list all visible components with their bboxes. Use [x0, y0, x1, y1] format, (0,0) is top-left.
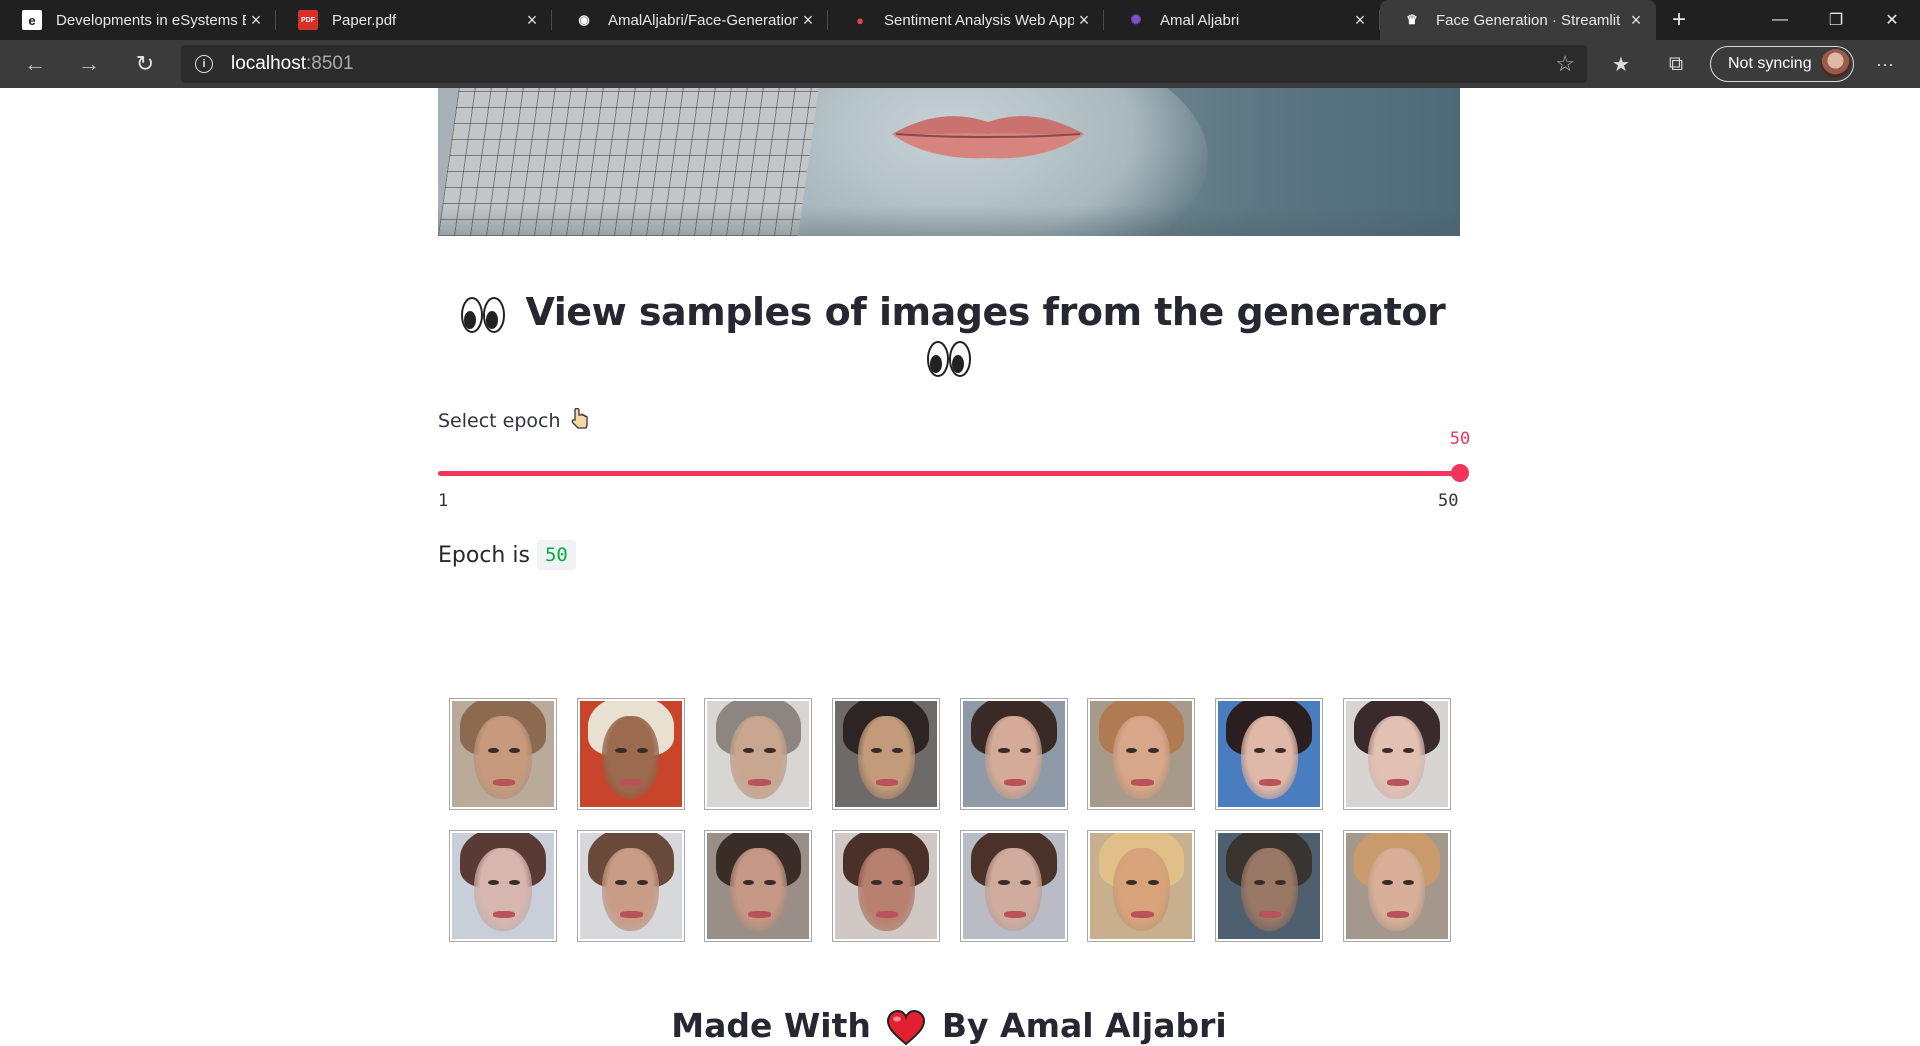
favorite-star-icon[interactable]: ☆ — [1555, 51, 1575, 77]
restore-icon[interactable]: ❐ — [1808, 0, 1864, 40]
pointing-down-hand-icon — [571, 408, 588, 429]
browser-tab-title: AmalAljabri/Face-Generation — [608, 11, 798, 29]
streamlit-page: View samples of images from the generato… — [0, 88, 1920, 1045]
eyes-emoji-icon — [927, 340, 971, 377]
collections-icon[interactable]: ⧉ — [1659, 48, 1693, 80]
generated-faces-grid — [449, 698, 1451, 944]
epoch-status-value: 50 — [536, 540, 576, 570]
generated-face-image — [704, 830, 813, 942]
browser-tab[interactable]: e Developments in eSystems E × — [0, 0, 276, 40]
generated-face-image — [449, 698, 557, 810]
hero-banner-image — [438, 88, 1460, 236]
footer-text-left: Made With — [671, 1006, 871, 1045]
browser-tab-title: Sentiment Analysis Web App — [884, 11, 1074, 29]
profile-avatar — [1821, 49, 1850, 78]
tab-close-icon[interactable]: × — [246, 10, 266, 31]
generated-face-image — [1087, 830, 1196, 942]
footer-credit: Made With By Amal Aljabri — [438, 1006, 1460, 1046]
slider-current-value: 50 — [1449, 429, 1471, 449]
browser-tab-title: Paper.pdf — [332, 11, 397, 29]
generated-face-image — [959, 698, 1068, 810]
tab-close-icon[interactable]: × — [1350, 10, 1370, 31]
e-icon: e — [22, 10, 42, 30]
footer-text-right: By Amal Aljabri — [941, 1006, 1227, 1045]
tab-close-icon[interactable]: × — [1626, 10, 1646, 31]
tab-close-icon[interactable]: × — [522, 10, 542, 31]
favorites-list-icon[interactable]: ★ — [1604, 48, 1638, 80]
slider-thumb[interactable] — [1451, 464, 1469, 482]
browser-tab[interactable]: ● Sentiment Analysis Web App × — [828, 0, 1104, 40]
slider-min-label: 1 — [438, 491, 449, 511]
browser-tab-title: Developments in eSystems E — [56, 11, 246, 29]
epoch-status-text: Epoch is — [438, 542, 530, 568]
generated-face-image — [832, 830, 941, 942]
generated-face-image — [1342, 830, 1451, 942]
streamlit-icon: ♛ — [1406, 12, 1418, 27]
browser-tab-title: Face Generation · Streamlit — [1436, 11, 1621, 29]
sync-label: Not syncing — [1728, 55, 1812, 72]
page-title: View samples of images from the generato… — [438, 290, 1460, 378]
generated-face-image — [576, 698, 685, 810]
generated-face-image — [1342, 698, 1451, 810]
eyes-emoji-icon — [460, 296, 505, 333]
sync-status-button[interactable]: Not syncing — [1710, 46, 1854, 82]
browser-tab-title: Amal Aljabri — [1160, 11, 1240, 29]
generated-face-image — [576, 830, 685, 942]
heart-icon — [887, 1009, 926, 1045]
pdf-icon: PDF — [298, 10, 318, 30]
site-info-icon[interactable]: i — [195, 55, 213, 73]
browser-tab-bar: e Developments in eSystems E × PDF Paper.pdf… — [0, 0, 1920, 40]
slider-label: Select epoch — [438, 408, 589, 432]
slider-fill — [438, 471, 1460, 476]
slider-label-text: Select epoch — [438, 410, 561, 432]
url-field[interactable]: i localhost:8501 ☆ — [181, 45, 1587, 83]
generated-face-image — [1087, 698, 1196, 810]
more-menu-icon[interactable]: ··· — [1868, 48, 1902, 80]
browser-address-bar: ← → ↻ i localhost:8501 ☆ ★ ⧉ Not syncing… — [0, 40, 1920, 88]
lips-image — [892, 116, 1084, 159]
sentiment-icon: ● — [856, 12, 864, 28]
browser-tab[interactable]: ♛ Face Generation · Streamlit × — [1380, 0, 1656, 40]
browser-tab[interactable]: ✺ Amal Aljabri × — [1104, 0, 1380, 40]
sparkle-icon: ✺ — [1130, 12, 1142, 27]
generated-face-image — [704, 698, 813, 810]
browser-tab[interactable]: PDF Paper.pdf × — [276, 0, 552, 40]
generated-face-image — [1215, 830, 1324, 942]
tab-close-icon[interactable]: × — [798, 10, 818, 31]
generated-face-image — [449, 830, 557, 942]
slider-max-label: 50 — [1438, 491, 1459, 511]
url-port: :8501 — [306, 53, 354, 74]
new-tab-button[interactable]: + — [1656, 0, 1702, 40]
minimize-icon[interactable]: — — [1752, 0, 1808, 40]
page-title-text: View samples of images from the generato… — [525, 290, 1446, 334]
epoch-status: Epoch is 50 — [438, 540, 576, 570]
browser-tab[interactable]: ◉ AmalAljabri/Face-Generation × — [552, 0, 828, 40]
refresh-icon[interactable]: ↻ — [128, 48, 162, 80]
window-close-icon[interactable]: ✕ — [1864, 0, 1920, 40]
url-host: localhost — [231, 53, 306, 74]
url-text[interactable]: localhost:8501 — [231, 53, 354, 75]
forward-arrow-icon[interactable]: → — [72, 48, 106, 80]
github-icon: ◉ — [578, 12, 590, 27]
generated-face-image — [832, 698, 941, 810]
generated-face-image — [959, 830, 1068, 942]
back-arrow-icon[interactable]: ← — [18, 48, 52, 80]
tab-close-icon[interactable]: × — [1074, 10, 1094, 31]
window-controls: — ❐ ✕ — [1752, 0, 1920, 40]
generated-face-image — [1215, 698, 1324, 810]
epoch-slider[interactable]: 50 — [438, 429, 1470, 490]
